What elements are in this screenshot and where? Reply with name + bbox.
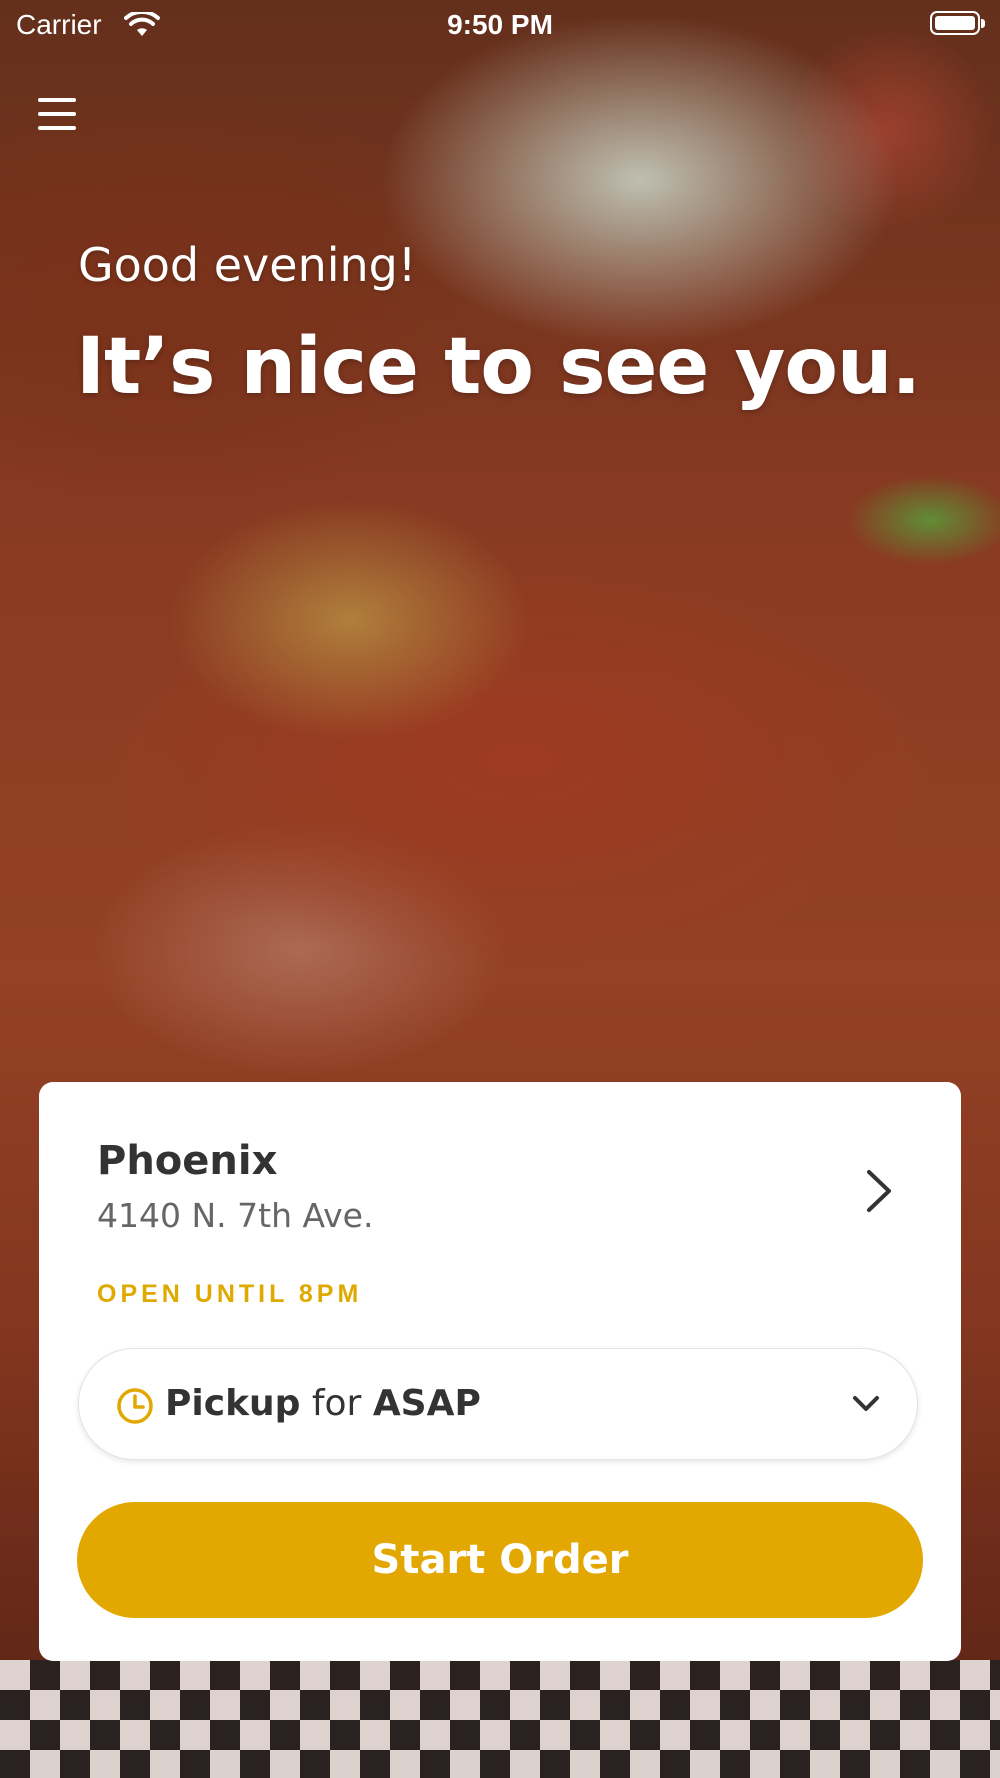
- order-time: ASAP: [372, 1383, 481, 1424]
- location-address: 4140 N. 7th Ave.: [97, 1196, 374, 1235]
- chevron-down-icon: [853, 1396, 879, 1411]
- hamburger-menu-icon: [38, 98, 76, 102]
- status-time: 9:50 PM: [447, 9, 553, 40]
- order-type-text: Pickup for ASAP: [165, 1383, 481, 1424]
- location-card: Phoenix 4140 N. 7th Ave. OPEN UNTIL 8PM …: [39, 1082, 961, 1661]
- order-mode: Pickup: [165, 1383, 301, 1424]
- start-order-button[interactable]: Start Order: [77, 1502, 923, 1618]
- location-name: Phoenix: [97, 1138, 278, 1184]
- order-type-selector[interactable]: Pickup for ASAP: [78, 1348, 918, 1460]
- checkered-paper-background: [0, 1660, 1000, 1778]
- menu-button[interactable]: [30, 90, 86, 140]
- chevron-right-icon: [867, 1170, 891, 1212]
- battery-icon: [930, 11, 985, 35]
- status-bar: Carrier 9:50 PM: [0, 0, 1000, 50]
- clock-icon: [117, 1388, 153, 1424]
- order-connector: for: [311, 1383, 362, 1424]
- store-hours-label: OPEN UNTIL 8PM: [97, 1280, 363, 1308]
- greeting-text: Good evening!: [78, 238, 417, 292]
- headline-text: It’s nice to see you.: [76, 322, 921, 412]
- hamburger-menu-icon-line: [38, 126, 76, 130]
- location-selector[interactable]: Phoenix 4140 N. 7th Ave.: [39, 1082, 961, 1242]
- hamburger-menu-icon-line: [38, 112, 76, 116]
